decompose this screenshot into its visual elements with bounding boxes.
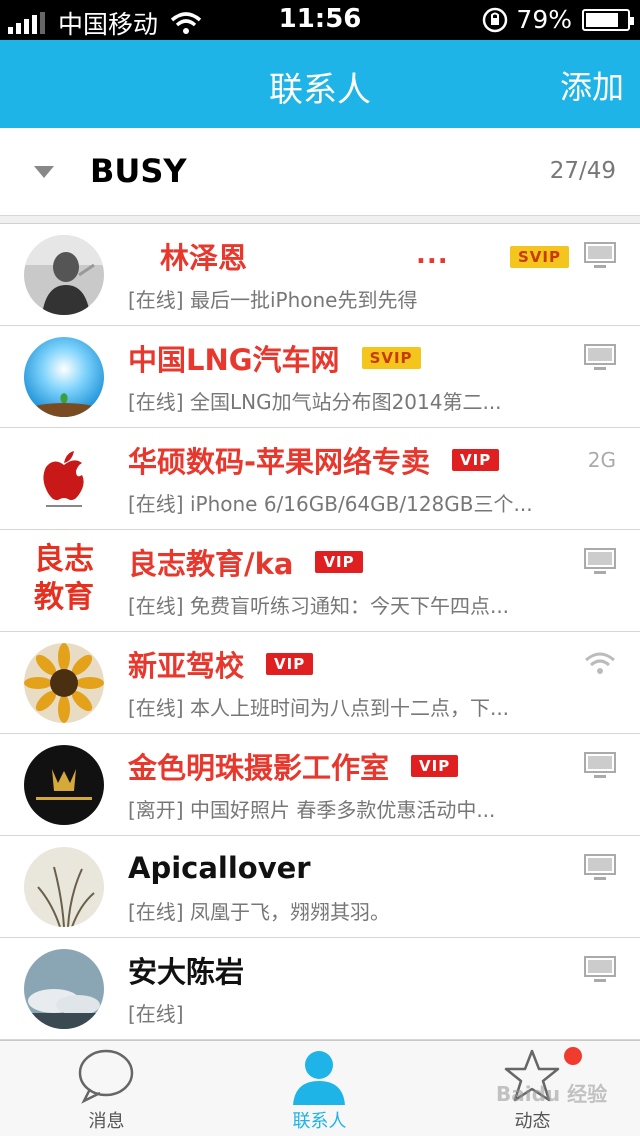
contact-name: 新亚驾校 xyxy=(128,649,245,683)
network-type-label: 2G xyxy=(587,448,616,472)
desktop-icon xyxy=(584,854,616,880)
contact-row[interactable]: 金色明珠摄影工作室 VIP [离开] 中国好照片 春季多款优惠活动中... xyxy=(0,734,640,836)
divider xyxy=(0,216,640,224)
avatar xyxy=(24,439,104,519)
desktop-icon xyxy=(584,242,616,268)
vip-badge: VIP xyxy=(266,653,314,675)
tab-contacts[interactable]: 联系人 xyxy=(213,1041,426,1136)
notification-dot xyxy=(564,1047,582,1065)
contact-name: 安大陈岩 xyxy=(128,955,245,989)
name-ellipsis: ... xyxy=(416,240,449,270)
wifi-icon xyxy=(585,652,615,674)
collapse-arrow-icon xyxy=(34,166,54,178)
avatar xyxy=(24,337,104,417)
baidu-watermark: Baidu 经验 xyxy=(496,1082,608,1106)
contact-row[interactable]: Apicallover [在线] 凤凰于飞，翙翙其羽。 xyxy=(0,836,640,938)
contact-status: [在线] 全国LNG加气站分布图2014第二... xyxy=(128,390,502,414)
contact-row[interactable]: 安大陈岩 [在线] xyxy=(0,938,640,1040)
contact-name: 中国LNG汽车网 xyxy=(128,343,340,377)
avatar xyxy=(24,949,104,1029)
contact-status: [离开] 中国好照片 春季多款优惠活动中... xyxy=(128,798,496,822)
avatar xyxy=(24,847,104,927)
battery-percent: 79% xyxy=(516,5,572,34)
tab-label: 消息 xyxy=(88,1111,125,1132)
desktop-icon xyxy=(584,548,616,574)
status-bar: 中国移动 11:56 79% xyxy=(0,0,640,40)
vip-badge: VIP xyxy=(411,755,459,777)
contact-name: 金色明珠摄影工作室 xyxy=(128,751,390,785)
contact-status: [在线] 最后一批iPhone先到先得 xyxy=(128,288,418,312)
avatar xyxy=(24,643,104,723)
desktop-icon xyxy=(584,752,616,778)
navigation-bar: 联系人 添加 xyxy=(0,40,640,128)
contact-status: [在线] 免费盲听练习通知：今天下午四点... xyxy=(128,594,510,618)
contact-row[interactable]: 华硕数码-苹果网络专卖 VIP [在线] iPhone 6/16GB/64GB/… xyxy=(0,428,640,530)
desktop-icon xyxy=(584,344,616,370)
contact-name: 华硕数码-苹果网络专卖 xyxy=(128,445,431,479)
avatar: 良志 教育 xyxy=(24,541,104,621)
contact-status: [在线] xyxy=(128,1002,184,1026)
avatar xyxy=(24,235,104,315)
contact-status: [在线] 本人上班时间为八点到十二点，下... xyxy=(128,696,510,720)
contact-name: 林泽恩 xyxy=(160,241,248,275)
logo-text: 良志 xyxy=(34,542,94,577)
tab-messages[interactable]: 消息 xyxy=(0,1041,213,1136)
group-header-busy[interactable]: BUSY 27/49 xyxy=(0,128,640,216)
desktop-icon xyxy=(584,956,616,982)
avatar xyxy=(24,745,104,825)
contact-list: 林泽恩 ... SVIP [在线] 最后一批iPhone先到先得 中国LNG汽车… xyxy=(0,224,640,1040)
chat-bubble-icon xyxy=(78,1049,134,1104)
logo-text: 教育 xyxy=(34,580,94,615)
apple-logo-icon xyxy=(24,439,104,519)
page-title: 联系人 xyxy=(269,70,371,110)
tab-label: 动态 xyxy=(514,1111,551,1132)
svip-badge: SVIP xyxy=(361,347,421,369)
contact-name: Apicallover xyxy=(128,851,311,885)
group-online-count: 27/49 xyxy=(549,158,616,184)
tab-label: 联系人 xyxy=(292,1111,347,1132)
contact-row[interactable]: 良志 教育 良志教育/ka VIP [在线] 免费盲听练习通知：今天下午四点..… xyxy=(0,530,640,632)
add-button[interactable]: 添加 xyxy=(560,62,624,108)
contact-row[interactable]: 中国LNG汽车网 SVIP [在线] 全国LNG加气站分布图2014第二... xyxy=(0,326,640,428)
contact-name: 良志教育/ka xyxy=(128,547,294,581)
person-icon xyxy=(293,1051,345,1105)
contact-row[interactable]: 林泽恩 ... SVIP [在线] 最后一批iPhone先到先得 xyxy=(0,224,640,326)
contact-row[interactable]: 新亚驾校 VIP [在线] 本人上班时间为八点到十二点，下... xyxy=(0,632,640,734)
contact-status: [在线] iPhone 6/16GB/64GB/128GB三个... xyxy=(128,492,533,516)
battery-icon xyxy=(582,8,634,31)
vip-badge: VIP xyxy=(315,551,363,573)
orientation-lock-icon xyxy=(483,7,508,32)
svip-badge: SVIP xyxy=(510,246,569,268)
contact-status: [在线] 凤凰于飞，翙翙其羽。 xyxy=(128,900,390,924)
group-name: BUSY xyxy=(90,152,187,190)
vip-badge: VIP xyxy=(452,449,500,471)
